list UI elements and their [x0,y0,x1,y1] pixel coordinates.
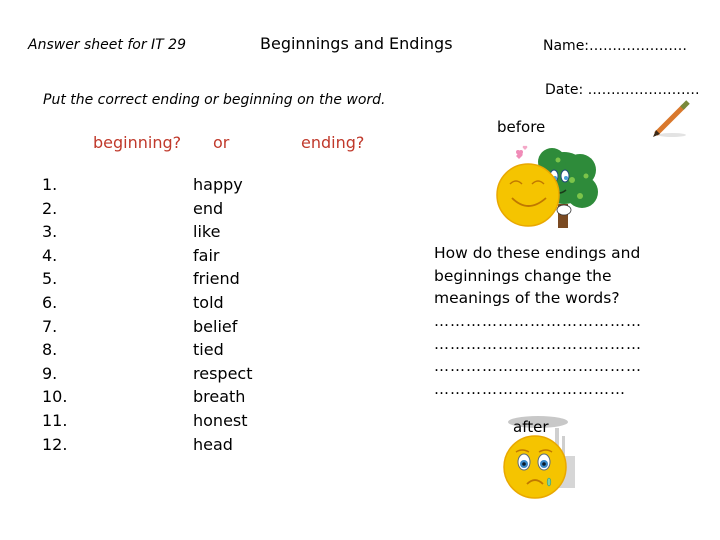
item-number: 3. [42,222,58,242]
item-number: 2. [42,198,58,218]
word-list: happy end like fair friend told belief t… [193,173,252,456]
reflection-question: How do these endings and beginnings chan… [434,242,640,310]
question-line: How do these endings and [434,244,641,262]
happy-sun-tree-illustration [496,145,598,228]
word-item: honest [193,410,248,430]
word-item: fair [193,245,220,265]
item-number: 8. [42,340,58,360]
happy-sun-face-icon [496,163,560,227]
hearts-icon [516,145,528,159]
word-item: like [193,222,221,242]
item-number: 6. [42,292,58,312]
answer-line[interactable]: ………………………………… [434,310,642,333]
word-item: friend [193,269,240,289]
beginning-column-heading: beginning? [93,133,182,152]
item-number: 12. [42,434,68,454]
item-number: 4. [42,245,58,265]
page-title: Beginnings and Endings [260,34,453,53]
word-item: respect [193,363,253,383]
before-label: before [497,118,546,136]
sad-face-icon [503,435,567,499]
item-number: 7. [42,316,58,336]
instruction-text: Put the correct ending or beginning on t… [43,92,386,108]
word-item: head [193,434,233,454]
item-number: 11. [42,410,68,430]
or-heading: or [213,133,230,152]
word-item: breath [193,387,246,407]
item-number: 10. [42,387,68,407]
item-number: 1. [42,175,58,194]
ending-column-heading: ending? [301,133,365,152]
answer-lines[interactable]: ………………………………… ………………………………… ………………………………… [434,310,642,400]
name-field[interactable]: Name:………………… [543,38,687,54]
answer-line[interactable]: ………………………………… [434,333,642,356]
item-numbers: 1. 2. 3. 4. 5. 6. 7. 8. 9. 10. 11. 12. [42,173,67,456]
date-field[interactable]: Date: …………………… [545,82,700,98]
pencil-icon [653,100,690,137]
word-item: end [193,198,224,218]
question-line: beginnings change the [434,266,612,285]
word-item: happy [193,175,243,194]
answer-line[interactable]: ……………………………… [434,378,642,401]
word-item: told [193,292,224,312]
after-label: after [513,418,549,436]
answer-line[interactable]: ………………………………… [434,355,642,378]
answer-sheet-label: Answer sheet for IT 29 [28,37,186,53]
word-item: tied [193,340,224,360]
item-number: 9. [42,363,58,383]
word-item: belief [193,316,238,336]
question-line: meanings of the words? [434,289,620,308]
item-number: 5. [42,269,58,289]
